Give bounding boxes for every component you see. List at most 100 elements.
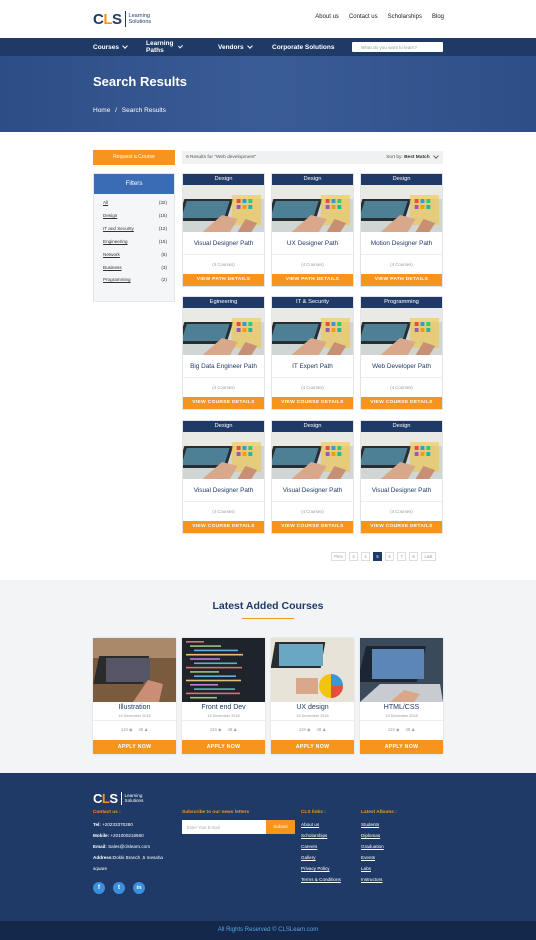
user-icon: ♟ xyxy=(233,727,238,732)
results-bar: 9 Results for "Web development" Sort by:… xyxy=(182,151,443,164)
card-title[interactable]: Visual Designer Path xyxy=(272,487,353,494)
apply-now-button[interactable]: APPLY NOW xyxy=(182,740,265,754)
nav-vendors[interactable]: Vendors xyxy=(218,43,253,51)
course-card[interactable]: Programming Web Developer Path (4 Courses)… xyxy=(360,296,443,410)
card-image xyxy=(183,432,264,479)
footer-link-privacy[interactable]: Privacy Policy xyxy=(301,866,330,871)
footer-logo[interactable]: CLS Learning Solutions xyxy=(93,789,143,807)
card-image xyxy=(361,308,442,355)
filter-programming[interactable]: Programming (2) xyxy=(103,277,167,282)
contact-mobile: +201000216660 xyxy=(110,833,144,838)
request-course-button[interactable]: Request a Course xyxy=(93,150,175,165)
pagination-prev[interactable]: Prev xyxy=(331,552,346,561)
view-details-button[interactable]: VIEW COURSE DETAILS xyxy=(361,521,442,533)
latest-course-card[interactable]: UX design 19 December 2018 124 ◉ 48 ♟ APPLY… xyxy=(271,638,354,754)
course-card[interactable]: Egineering Big Data Engineer Path (4 Cours… xyxy=(182,296,265,410)
apply-now-button[interactable]: APPLY NOW xyxy=(93,740,176,754)
filter-network[interactable]: Network (5) xyxy=(103,252,167,257)
latest-course-card[interactable]: HTML/CSS 19 December 2018 124 ◉ 48 ♟ APPLY … xyxy=(360,638,443,754)
card-image xyxy=(272,432,353,479)
nav-courses[interactable]: Courses xyxy=(93,43,128,51)
album-link-instructors[interactable]: Instructors xyxy=(361,877,382,882)
top-link-contact[interactable]: Contact us xyxy=(349,14,378,20)
latest-course-title[interactable]: UX design xyxy=(271,704,354,711)
newsletter-submit-button[interactable]: Submit xyxy=(266,820,295,834)
footer-link-gallery[interactable]: Gallery xyxy=(301,855,316,860)
latest-course-card[interactable]: Illustration 19 December 2018 124 ◉ 48 ♟ AP… xyxy=(93,638,176,754)
search-input[interactable]: What do you want to learn? xyxy=(352,42,443,52)
view-details-button[interactable]: VIEW COURSE DETAILS xyxy=(183,521,264,533)
footer: CLS Learning Solutions Contact us : Tel: … xyxy=(0,773,536,921)
card-title[interactable]: Big Data Engineer Path xyxy=(183,363,264,370)
top-link-scholarships[interactable]: Scholarships xyxy=(388,14,422,20)
footer-link-careers[interactable]: Careers xyxy=(301,844,317,849)
linkedin-icon[interactable]: in xyxy=(133,882,145,894)
filter-all[interactable]: All (32) xyxy=(103,200,167,205)
breadcrumb-home[interactable]: Home xyxy=(93,107,110,114)
apply-now-button[interactable]: APPLY NOW xyxy=(360,740,443,754)
card-title[interactable]: IT Expert Path xyxy=(272,363,353,370)
filter-it-security[interactable]: IT and Security (12) xyxy=(103,226,167,231)
nav-corporate-solutions[interactable]: Corporate Solutions xyxy=(272,44,334,51)
latest-course-title[interactable]: HTML/CSS xyxy=(360,704,443,711)
card-title[interactable]: Visual Designer Path xyxy=(183,240,264,247)
course-card[interactable]: Design Motion Designer Path (4 Courses) VIE… xyxy=(360,173,443,287)
page-5-current[interactable]: 5 xyxy=(373,552,382,561)
latest-course-card[interactable]: Front end Dev 19 December 2018 124 ◉ 48 ♟ A… xyxy=(182,638,265,754)
card-title[interactable]: Visual Designer Path xyxy=(183,487,264,494)
sort-dropdown[interactable]: Sort by: Best Match xyxy=(386,152,439,160)
card-title[interactable]: Motion Designer Path xyxy=(361,240,442,247)
pagination-last[interactable]: Last xyxy=(421,552,436,561)
latest-course-title[interactable]: Front end Dev xyxy=(182,704,265,711)
page-8[interactable]: 8 xyxy=(409,552,418,561)
album-link-events[interactable]: Events xyxy=(361,855,375,860)
view-details-button[interactable]: VIEW PATH DETAILS xyxy=(272,274,353,286)
view-details-button[interactable]: VIEW COURSE DETAILS xyxy=(183,397,264,409)
course-card[interactable]: IT & Security IT Expert Path (4 Courses) VI… xyxy=(271,296,354,410)
facebook-icon[interactable]: f xyxy=(93,882,105,894)
course-card[interactable]: Design Visual Designer Path (4 Courses) VIE… xyxy=(182,173,265,287)
card-title[interactable]: Web Developer Path xyxy=(361,363,442,370)
eye-icon: ◉ xyxy=(218,727,222,732)
view-details-button[interactable]: VIEW COURSE DETAILS xyxy=(272,521,353,533)
card-category: Design xyxy=(272,421,353,432)
filters-panel: Filters All (32) Design (15) IT and Securi… xyxy=(93,173,175,302)
cls-logo[interactable]: CLS Learning Solutions xyxy=(93,10,151,28)
page-3[interactable]: 3 xyxy=(349,552,358,561)
course-card[interactable]: Design Visual Designer Path (4 Courses) VIE… xyxy=(360,420,443,534)
filter-design[interactable]: Design (15) xyxy=(103,213,167,218)
filter-business[interactable]: Business (3) xyxy=(103,265,167,270)
course-card[interactable]: Design Visual Designer Path (4 Courses) VIE… xyxy=(182,420,265,534)
top-link-about[interactable]: About us xyxy=(315,14,339,20)
newsletter-email-input[interactable]: Enter Your E-mail xyxy=(182,820,266,834)
page-7[interactable]: 7 xyxy=(397,552,406,561)
view-details-button[interactable]: VIEW COURSE DETAILS xyxy=(272,397,353,409)
album-link-students[interactable]: Students xyxy=(361,822,379,827)
footer-link-terms[interactable]: Terms & Conditions xyxy=(301,877,341,882)
top-link-blog[interactable]: Blog xyxy=(432,14,444,20)
footer-link-scholarships[interactable]: Scholarships xyxy=(301,833,327,838)
apply-now-button[interactable]: APPLY NOW xyxy=(271,740,354,754)
view-details-button[interactable]: VIEW PATH DETAILS xyxy=(183,274,264,286)
card-title[interactable]: UX Designer Path xyxy=(272,240,353,247)
card-category: Design xyxy=(361,421,442,432)
card-title[interactable]: Visual Designer Path xyxy=(361,487,442,494)
view-details-button[interactable]: VIEW PATH DETAILS xyxy=(361,274,442,286)
footer-link-about[interactable]: About us xyxy=(301,822,319,827)
filters-title: Filters xyxy=(94,174,174,194)
course-card[interactable]: Design Visual Designer Path (4 Courses) VIE… xyxy=(271,420,354,534)
album-link-diplomas[interactable]: Diplomas xyxy=(361,833,380,838)
filter-engineering[interactable]: Engineering (15) xyxy=(103,239,167,244)
album-link-labs[interactable]: Labs xyxy=(361,866,371,871)
page-title: Search Results xyxy=(93,74,187,89)
page-6[interactable]: 6 xyxy=(385,552,394,561)
view-details-button[interactable]: VIEW COURSE DETAILS xyxy=(361,397,442,409)
nav-learning-paths[interactable]: Learning Paths xyxy=(146,40,183,54)
twitter-icon[interactable]: t xyxy=(113,882,125,894)
latest-course-image xyxy=(93,638,176,702)
page-4[interactable]: 4 xyxy=(361,552,370,561)
course-card[interactable]: Design UX Designer Path (4 Courses) VIEW PA… xyxy=(271,173,354,287)
latest-course-title[interactable]: Illustration xyxy=(93,704,176,711)
contact-address: Dokki Branch ,5 mesaha xyxy=(112,855,163,860)
album-link-graduation[interactable]: Graduation xyxy=(361,844,384,849)
